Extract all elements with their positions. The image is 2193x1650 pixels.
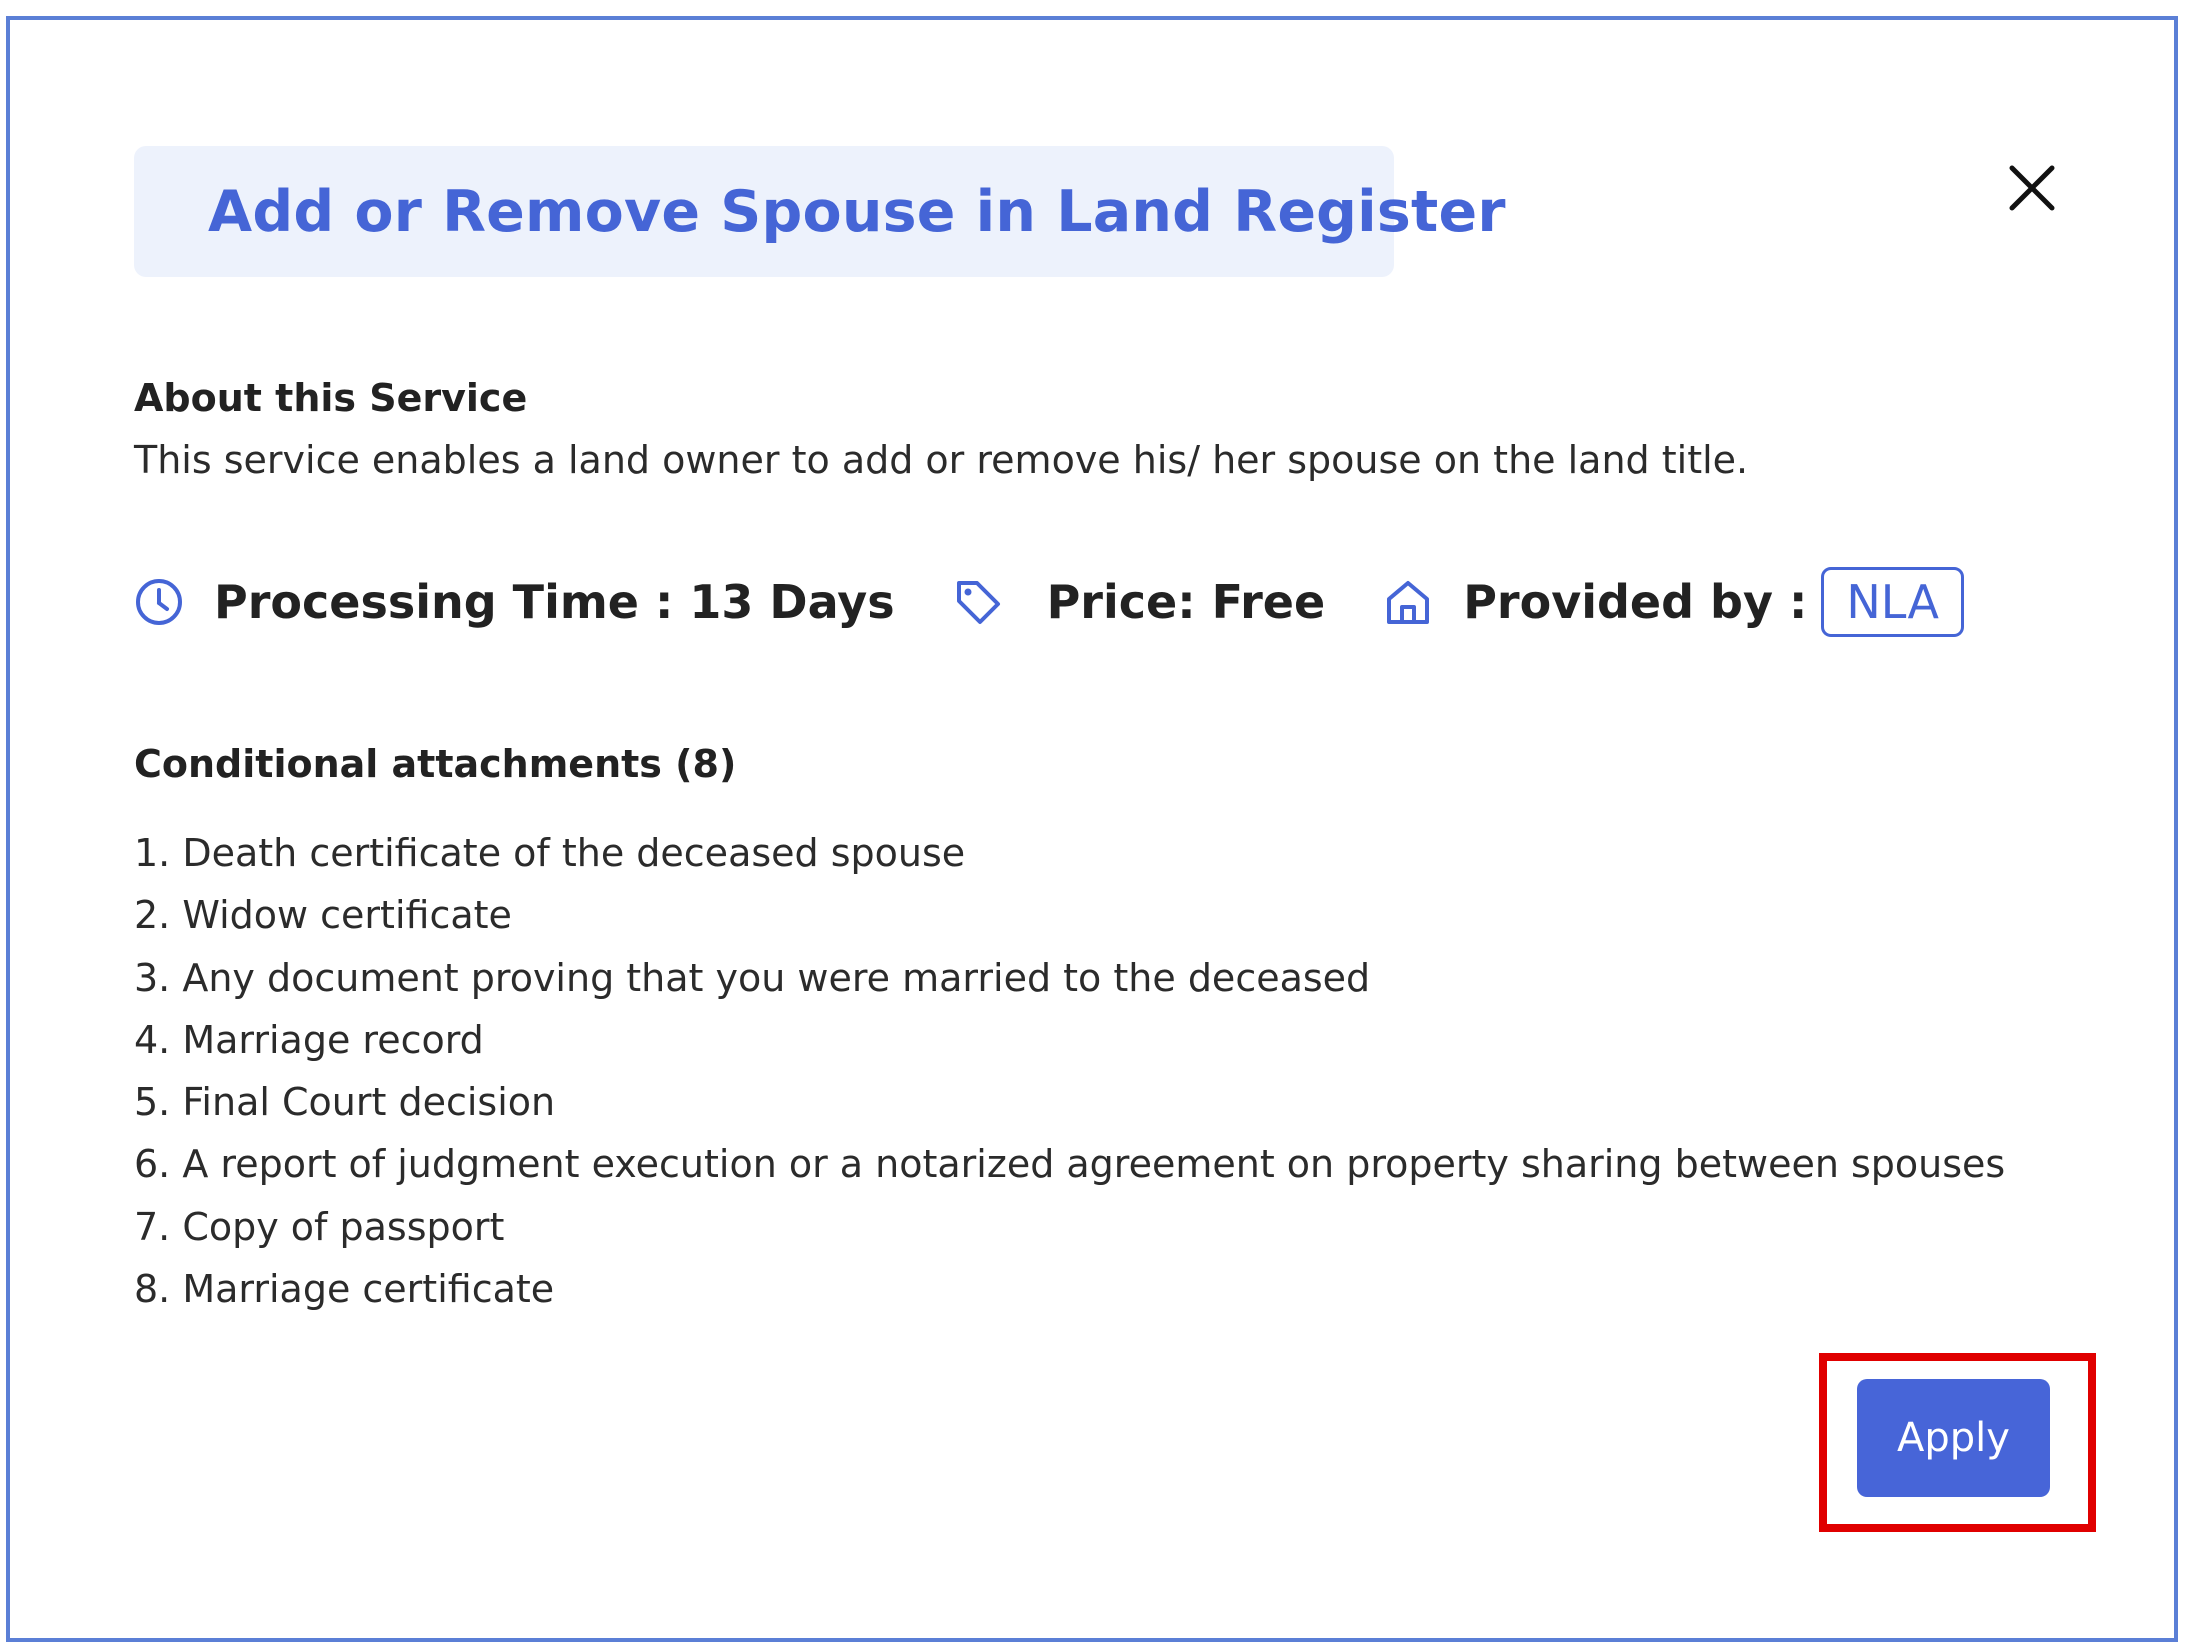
list-item: 8. Marriage certificate [134, 1267, 555, 1312]
clock-icon [136, 579, 182, 625]
close-button[interactable] [2004, 160, 2060, 216]
list-item: 1. Death certificate of the deceased spo… [134, 831, 966, 875]
home-icon [1387, 581, 1430, 624]
close-icon [2009, 165, 2055, 211]
list-item: 7. Copy of passport [134, 1204, 505, 1249]
provided-by-label: Provided by : [1463, 575, 1808, 629]
list-item: 2. Widow certificate [134, 893, 512, 938]
tag-icon [956, 581, 1000, 624]
dialog-title-box: Add or Remove Spouse in Land Register [134, 146, 1505, 277]
about-description: This service enables a land owner to add… [134, 438, 1749, 482]
dialog-title: Add or Remove Spouse in Land Register [208, 178, 1506, 245]
provider-badge[interactable]: NLA [1821, 567, 1964, 637]
processing-time: Processing Time : 13 Days [214, 575, 895, 629]
list-item: 4. Marriage record [134, 1017, 484, 1062]
apply-button[interactable]: Apply [1857, 1379, 2050, 1497]
list-item: 5. Final Court decision [134, 1080, 556, 1125]
attachments-heading: Conditional attachments (8) [134, 742, 737, 786]
list-item: 6. A report of judgment execution or a n… [134, 1142, 2006, 1187]
service-meta-row: Processing Time : 13 Days Price: Free Pr… [134, 566, 1964, 638]
about-heading: About this Service [134, 376, 528, 420]
list-item: 3. Any document proving that you were ma… [134, 955, 1371, 1000]
price: Price: Free [1046, 575, 1326, 629]
attachments-list: 1. Death certificate of the deceased spo… [134, 822, 2005, 1320]
